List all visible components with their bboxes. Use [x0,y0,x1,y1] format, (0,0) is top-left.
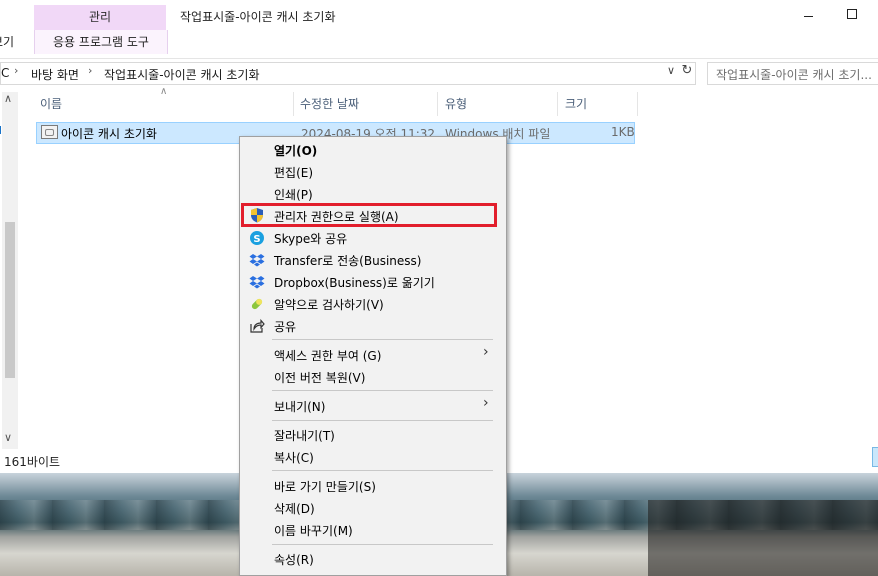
menu-item-create-shortcut[interactable]: 바로 가기 만들기(S) [274,478,376,495]
column-header-type[interactable]: 유형 [445,95,467,112]
menu-item-share-skype[interactable]: Skype와 공유 [274,230,347,247]
view-tab-label: 보기 [0,35,15,49]
share-icon [250,318,265,333]
wallpaper-shadow [648,500,878,576]
column-divider[interactable] [637,92,638,116]
breadcrumb-desktop[interactable]: 바탕 화면 [31,66,79,83]
skype-icon: S [250,231,264,245]
maximize-icon[interactable] [847,9,857,19]
shield-icon [251,208,263,223]
menu-item-delete[interactable]: 삭제(D) [274,500,315,517]
search-placeholder: 작업표시줄-아이콘 캐시 초기... [716,68,872,82]
menu-divider [272,544,493,545]
menu-item-send-to[interactable]: 보내기(N) [274,398,325,415]
menu-item-dropbox-move[interactable]: Dropbox(Business)로 옮기기 [274,274,435,291]
file-size: 1KB [611,125,635,139]
window-title: 작업표시줄-아이콘 캐시 초기화 [180,10,336,24]
tab-manage[interactable]: 관리 [34,5,166,30]
breadcrumb-folder[interactable]: 작업표시줄-아이콘 캐시 초기화 [104,66,259,83]
column-divider[interactable] [293,92,294,116]
menu-item-print[interactable]: 인쇄(P) [274,186,313,203]
minimize-icon[interactable] [804,16,813,17]
svg-text:S: S [253,234,260,245]
breadcrumb-pc[interactable]: C [1,66,9,80]
menu-divider [272,390,493,391]
chevron-down-icon[interactable]: ∨ [664,64,678,80]
menu-divider [272,420,493,421]
menu-item-share[interactable]: 공유 [274,318,296,335]
column-header-date[interactable]: 수정한 날짜 [300,95,359,112]
submenu-chevron-icon: › [483,344,489,360]
menu-item-restore-versions[interactable]: 이전 버전 복원(V) [274,369,365,386]
refresh-icon[interactable]: ↻ [680,63,694,81]
submenu-chevron-icon: › [483,395,489,411]
scroll-down-icon[interactable]: ∨ [4,431,12,444]
view-toggle-button[interactable] [872,447,878,467]
scroll-up-icon[interactable]: ∧ [4,92,12,105]
column-divider[interactable] [437,92,438,116]
sort-ascending-icon: ∧ [160,86,168,97]
menu-item-scan[interactable]: 알약으로 검사하기(V) [274,296,384,313]
pill-icon [251,298,263,310]
view-tab[interactable]: 보기 [0,30,30,54]
nav-pane-edge [0,126,4,134]
menu-item-copy[interactable]: 복사(C) [274,449,314,466]
column-header-name[interactable]: 이름 [40,95,62,112]
dropbox-icon [249,254,265,267]
breadcrumb-chevron-icon[interactable]: › [88,64,92,77]
menu-item-run-as-admin[interactable]: 관리자 권한으로 실행(A) [274,208,399,225]
menu-item-grant-access[interactable]: 액세스 권한 부여 (G) [274,347,381,364]
column-header-size[interactable]: 크기 [565,95,587,112]
menu-item-properties[interactable]: 속성(R) [274,551,314,568]
tab-application-tools[interactable]: 응용 프로그램 도구 [34,30,168,54]
column-divider[interactable] [557,92,558,116]
menu-item-open[interactable]: 열기(O) [274,142,317,159]
scrollbar-thumb[interactable] [5,222,15,378]
file-name[interactable]: 아이콘 캐시 초기화 [61,125,157,142]
breadcrumb-chevron-icon[interactable]: › [14,64,18,77]
batch-file-icon [41,125,58,139]
menu-item-rename[interactable]: 이름 바꾸기(M) [274,522,353,539]
menu-item-transfer[interactable]: Transfer로 전송(Business) [274,252,421,269]
menu-divider [272,470,493,471]
menu-divider [272,339,493,340]
menu-item-edit[interactable]: 편집(E) [274,164,313,181]
dropbox-icon [249,276,265,289]
menu-item-cut[interactable]: 잘라내기(T) [274,427,335,444]
status-text: 161바이트 [4,455,61,469]
